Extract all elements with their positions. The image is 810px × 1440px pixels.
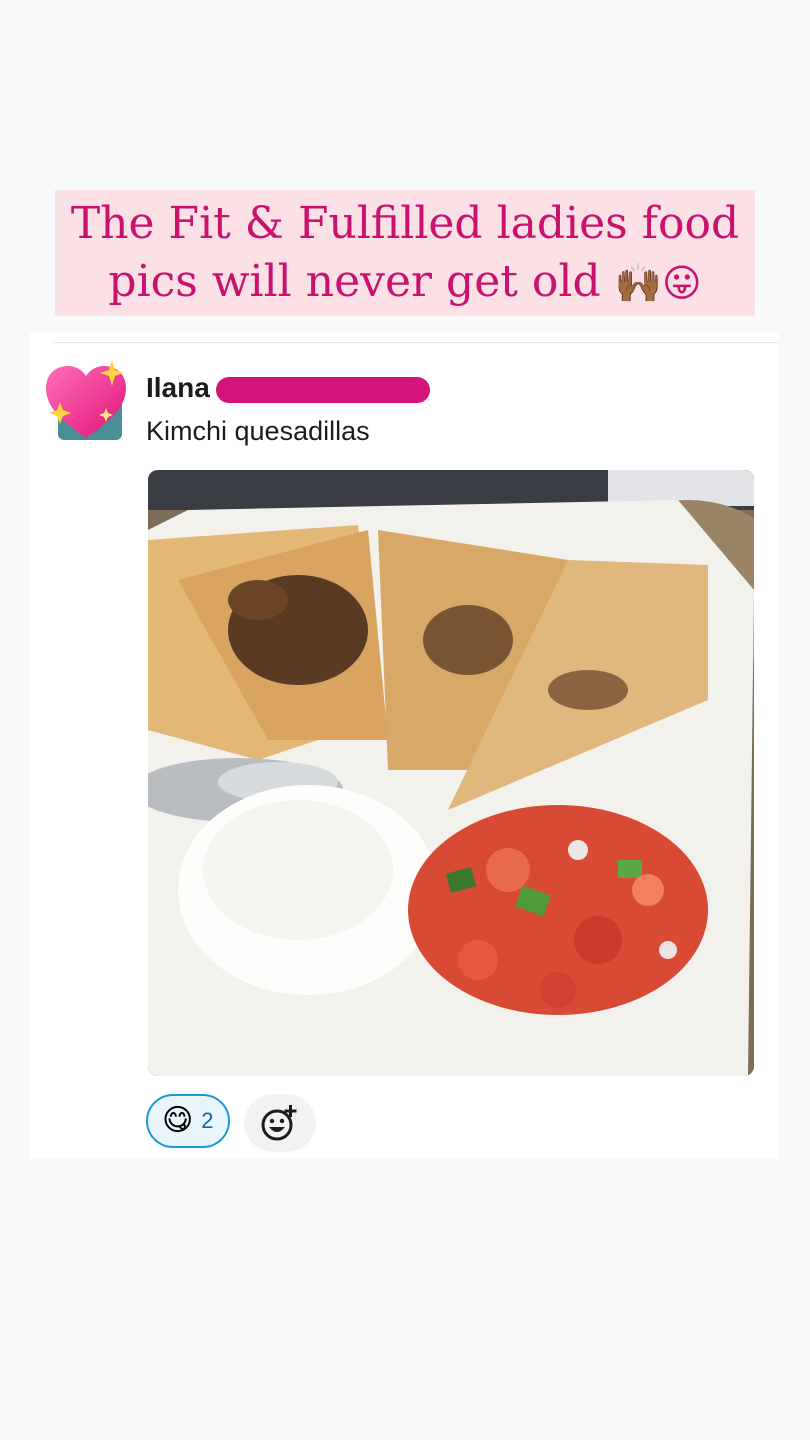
yum-face-icon: 😋 [162, 1103, 194, 1138]
caption-emojis: 🙌🏾😛 [614, 260, 702, 305]
story-caption: The Fit & Fulfilled ladies food pics wil… [55, 190, 755, 316]
food-photo[interactable] [148, 470, 754, 1076]
reactions-bar: 😋 2 [146, 1094, 316, 1152]
author-row: Ilana [146, 372, 430, 404]
reaction-count: 2 [201, 1108, 214, 1133]
name-redaction [215, 377, 430, 403]
avatar[interactable] [44, 358, 128, 442]
sparkling-heart-icon [46, 360, 126, 440]
food-photo-illustration [148, 470, 754, 1076]
add-reaction-icon [261, 1105, 297, 1141]
add-reaction-button[interactable] [243, 1094, 316, 1152]
caption-line-2-text: pics will never get old [108, 255, 601, 307]
message-text: Kimchi quesadillas [146, 416, 370, 446]
caption-line-2: pics will never get old 🙌🏾😛 [108, 253, 701, 312]
author-name[interactable]: Ilana [146, 372, 210, 404]
reaction-yum[interactable]: 😋 2 [146, 1094, 230, 1148]
divider [54, 342, 778, 343]
caption-line-1: The Fit & Fulfilled ladies food [70, 197, 740, 249]
message-card: Ilana Kimchi quesadillas 😋 2 [30, 332, 778, 1158]
